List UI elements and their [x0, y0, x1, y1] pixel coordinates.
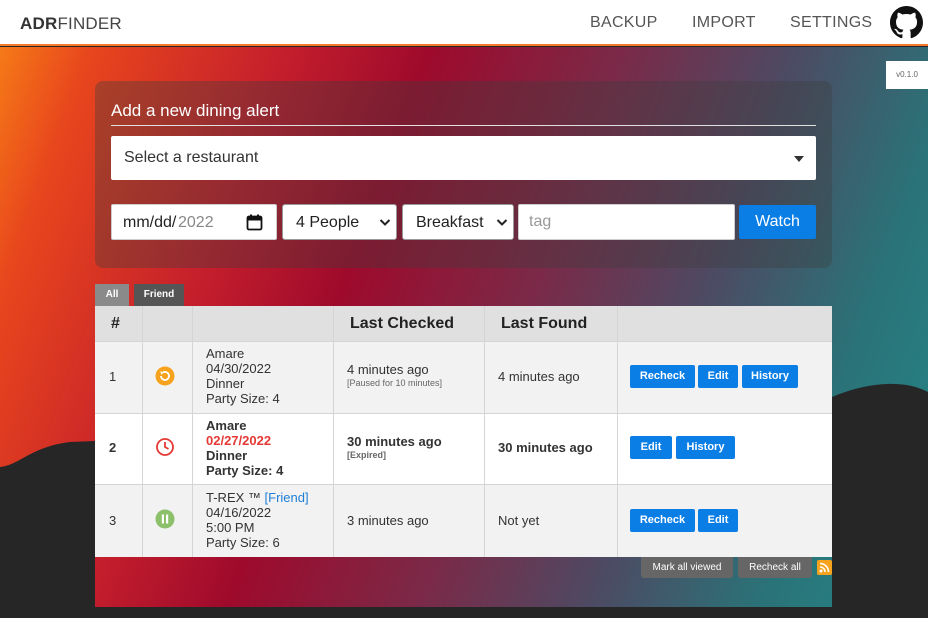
recheck-all-button[interactable]: Recheck all — [738, 557, 812, 578]
col-divider — [617, 306, 618, 557]
alert-date: 04/16/2022 — [206, 505, 272, 520]
restaurant-name: T-REX ™ — [206, 490, 261, 505]
checked-note: [Expired] — [347, 450, 387, 460]
date-input[interactable]: mm/dd/ 2022 — [111, 204, 277, 240]
edit-button[interactable]: Edit — [630, 436, 672, 459]
alert-meal: Dinner — [206, 376, 245, 391]
nav-import[interactable]: IMPORT — [692, 14, 756, 32]
header-index: # — [111, 315, 120, 332]
alert-details: Amare 02/27/2022 Dinner Party Size: 4 — [206, 418, 283, 478]
row-index: 1 — [109, 369, 117, 384]
tab-friend[interactable]: Friend — [134, 284, 184, 306]
date-month-day: mm/dd/ — [123, 214, 177, 231]
last-found: Not yet — [498, 513, 540, 528]
rss-icon[interactable] — [817, 560, 832, 575]
header-last-found[interactable]: Last Found — [501, 315, 587, 333]
caret-down-icon — [794, 156, 804, 162]
restaurant-name: Amare — [206, 418, 247, 433]
restaurant-select-label: Select a restaurant — [124, 149, 259, 166]
row-index: 3 — [109, 513, 117, 528]
history-button[interactable]: History — [742, 365, 798, 388]
alert-details: T-REX ™ [Friend] 04/16/2022 5:00 PM Part… — [206, 490, 309, 550]
chevron-down-icon — [496, 219, 508, 226]
row-index: 2 — [109, 440, 117, 455]
friend-tag-link[interactable]: [Friend] — [265, 490, 309, 505]
recheck-button[interactable]: Recheck — [630, 509, 695, 532]
row-divider — [95, 484, 832, 485]
row-divider — [95, 413, 832, 414]
edit-button[interactable]: Edit — [698, 509, 738, 532]
last-found: 4 minutes ago — [498, 369, 580, 384]
alert-time: 5:00 PM — [206, 520, 255, 535]
mark-all-viewed-button[interactable]: Mark all viewed — [641, 557, 733, 578]
meal-select[interactable]: Breakfast — [402, 204, 514, 240]
meal-value: Breakfast — [416, 214, 484, 231]
alerts-table: # Last Checked Last Found 1 Amare 04/30/… — [95, 306, 832, 557]
refresh-icon — [155, 366, 175, 386]
party-size: Party Size: 6 — [206, 535, 280, 550]
history-button[interactable]: History — [676, 436, 735, 459]
party-size: Party Size: 4 — [206, 391, 280, 406]
calendar-icon[interactable] — [246, 214, 263, 231]
last-found: 30 minutes ago — [498, 440, 593, 455]
pause-icon — [155, 509, 175, 529]
nav-settings[interactable]: SETTINGS — [790, 14, 872, 32]
checked-note: [Paused for 10 minutes] — [347, 378, 443, 388]
restaurant-name: Amare — [206, 346, 245, 361]
table-header — [95, 306, 832, 341]
date-year: 2022 — [178, 214, 214, 231]
recheck-button[interactable]: Recheck — [630, 365, 695, 388]
app-logo[interactable]: ADRFINDER — [20, 14, 122, 34]
tab-all[interactable]: All — [95, 284, 129, 306]
last-checked: 4 minutes ago — [347, 362, 429, 377]
tag-input[interactable]: tag — [518, 204, 735, 240]
col-divider — [142, 306, 143, 557]
alert-date-expired: 02/27/2022 — [206, 433, 272, 448]
watch-button[interactable]: Watch — [739, 205, 816, 239]
nav-backup[interactable]: BACKUP — [590, 14, 658, 32]
row-divider — [95, 341, 832, 342]
chevron-down-icon — [379, 219, 391, 226]
restaurant-select[interactable]: Select a restaurant — [111, 136, 816, 180]
last-checked: 30 minutes ago — [347, 434, 442, 449]
col-divider — [192, 306, 193, 557]
col-divider — [333, 306, 334, 557]
panel-title: Add a new dining alert — [111, 101, 280, 120]
clock-icon — [156, 438, 174, 456]
party-size-value: 4 People — [296, 214, 360, 231]
alert-details: Amare 04/30/2022 Dinner Party Size: 4 — [206, 346, 280, 406]
party-size-select[interactable]: 4 People — [282, 204, 397, 240]
party-size: Party Size: 4 — [206, 463, 284, 478]
header-last-checked[interactable]: Last Checked — [350, 315, 454, 333]
version-badge: v0.1.0 — [886, 61, 928, 89]
alert-meal: Dinner — [206, 448, 248, 463]
edit-button[interactable]: Edit — [698, 365, 738, 388]
divider — [111, 125, 816, 126]
last-checked: 3 minutes ago — [347, 513, 429, 528]
github-icon[interactable] — [890, 6, 923, 39]
top-navbar: ADRFINDER BACKUP IMPORT SETTINGS — [0, 0, 928, 46]
col-divider — [484, 306, 485, 557]
alert-date: 04/30/2022 — [206, 361, 272, 376]
